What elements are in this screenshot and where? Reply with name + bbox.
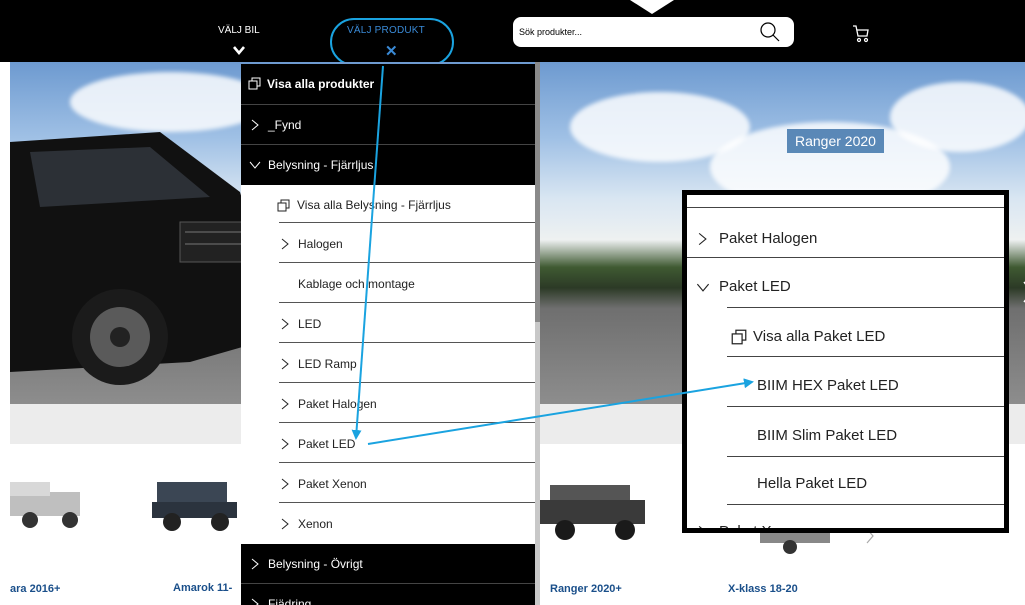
chevron-right-icon [281,478,289,490]
chevron-down-icon[interactable] [233,44,245,56]
divider [687,207,1004,208]
submenu-led[interactable]: LED [241,304,538,344]
thumbnail-label-4[interactable]: X-klass 18-20 [728,583,798,595]
submenu-kablage-och-montage[interactable]: Kablage och montage [241,264,538,304]
chevron-right-icon [251,558,259,570]
zoom-item-label: Hella Paket LED [757,475,868,492]
annotation-highlight-ring [330,18,454,66]
chevron-right-icon [251,598,259,605]
divider [279,502,538,503]
zoom-item-label: Visa alla Paket LED [753,328,886,345]
top-notch-decoration [630,0,674,14]
chevron-down-icon [249,161,261,169]
submenu-item-label: Visa alla Belysning - Fjärrljus [297,198,451,212]
submenu-paket-halogen[interactable]: Paket Halogen [241,384,538,424]
zoom-item-label: BIIM Slim Paket LED [757,427,898,444]
divider [279,302,538,303]
zoom-item-label: Paket Xenon [719,523,805,533]
chevron-right-icon [281,318,289,330]
submenu-halogen[interactable]: Halogen [241,224,538,264]
submenu-show-all-belysning[interactable]: Visa alla Belysning - Fjärrljus [241,185,538,225]
thumbnail-image-2[interactable] [152,472,242,536]
zoom-item-paket-led[interactable]: Paket LED [687,262,1004,311]
search-box[interactable]: Sök produkter... [513,17,794,47]
zoom-item-hella-paket-led[interactable]: Hella Paket LED [687,459,1004,508]
thumbnail-image-1[interactable] [10,472,90,532]
copy-icon [248,77,261,90]
submenu-led-ramp[interactable]: LED Ramp [241,344,538,384]
submenu-item-label: LED [298,317,322,331]
chevron-right-icon [698,232,707,246]
divider [279,422,538,423]
truck-image [10,132,260,385]
submenu-item-label: Paket LED [298,437,356,451]
submenu-item-label: Paket Xenon [298,477,367,491]
hero-model-badge: Ranger 2020 [787,129,884,153]
menu-item-belysning-ovrigt[interactable]: Belysning - Övrigt [241,544,538,584]
chevron-right-icon [281,518,289,530]
submenu-item-label: Kablage och montage [298,277,415,291]
menu-item-label: Belysning - Fjärrljus [268,158,374,172]
zoom-item-paket-xenon[interactable]: Paket Xenon [687,507,1004,533]
copy-icon [731,329,747,345]
divider [279,462,538,463]
thumbnail-image-3[interactable] [540,470,650,550]
chevron-right-icon [698,525,702,528]
divider [727,307,1004,308]
submenu-xenon[interactable]: Xenon [241,504,538,544]
thumbnail-label-2[interactable]: Amarok 11- [173,582,232,594]
submenu-paket-led[interactable]: Paket LED [241,424,538,464]
menu-item-label: Visa alla produkter [267,77,375,91]
chevron-right-icon [251,119,259,131]
menu-item-label: Belysning - Övrigt [268,557,363,571]
thumbnail-label-1[interactable]: ara 2016+ [10,583,60,595]
submenu-item-label: Halogen [298,237,343,251]
copy-icon [277,199,290,212]
zoom-item-biim-hex-paket-led[interactable]: BIIM HEX Paket LED [687,361,1004,410]
submenu-item-label: LED Ramp [298,357,357,371]
thumbnail-label-3[interactable]: Ranger 2020+ [550,583,622,595]
zoom-item-biim-slim-paket-led[interactable]: BIIM Slim Paket LED [687,411,1004,460]
zoom-item-show-all-paket-led[interactable]: Visa alla Paket LED [687,312,1004,361]
menu-scrollbar-thumb[interactable] [535,62,540,322]
search-icon[interactable] [759,21,781,43]
divider [727,504,1004,505]
chevron-right-icon [281,238,289,250]
divider [727,356,1004,357]
chevron-right-icon [281,358,289,370]
cart-icon[interactable] [852,24,870,44]
chevron-right-icon [281,438,289,450]
zoom-item-label: BIIM HEX Paket LED [757,377,899,394]
menu-item-belysning-fjarrljus[interactable]: Belysning - Fjärrljus [241,145,538,185]
divider [279,342,538,343]
submenu-item-label: Paket Halogen [298,397,377,411]
zoom-callout-panel: Paket Halogen Paket LED Visa alla Paket … [682,190,1009,533]
menu-item-label: _Fynd [268,118,302,132]
search-input[interactable]: Sök produkter... [519,27,582,37]
divider [279,262,538,263]
chevron-right-icon [281,398,289,410]
menu-item-show-all-products[interactable]: Visa alla produkter [241,64,538,104]
zoom-item-paket-halogen[interactable]: Paket Halogen [687,214,1004,263]
divider [279,222,538,223]
nav-select-car[interactable]: VÄLJ BIL [218,25,260,36]
divider [727,456,1004,457]
zoom-item-label: Paket Halogen [719,230,818,247]
zoom-item-label: Paket LED [719,278,791,295]
divider [727,406,1004,407]
product-dropdown-menu: Visa alla produkter _Fynd Belysning - Fj… [241,62,538,605]
menu-item-label: Fjädring [268,597,312,605]
submenu-paket-xenon[interactable]: Paket Xenon [241,464,538,504]
menu-item-fynd[interactable]: _Fynd [241,105,538,145]
submenu-item-label: Xenon [298,517,333,531]
menu-item-fjadring[interactable]: Fjädring [241,584,538,605]
divider [279,382,538,383]
divider [687,257,1004,258]
chevron-down-icon [696,283,710,292]
